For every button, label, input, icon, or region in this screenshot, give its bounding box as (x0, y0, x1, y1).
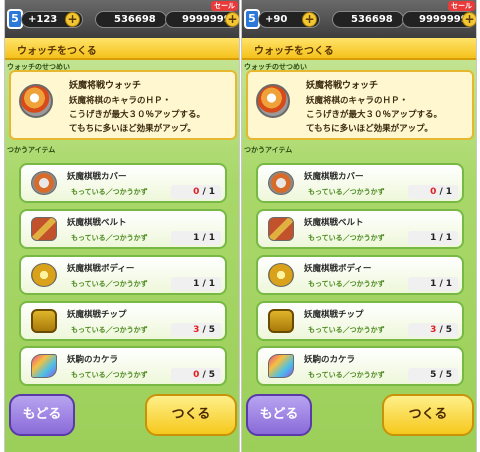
watch-icon (256, 84, 290, 118)
item-name: 妖魔棋戦ボディー (304, 264, 372, 274)
item-count-caption: もっている／つかうかず (71, 326, 148, 334)
item-count: 1/1 (171, 231, 221, 245)
need-count: 5 (208, 370, 215, 380)
item-count-caption: もっている／つかうかず (71, 280, 148, 288)
item-count: 0/1 (171, 185, 221, 199)
status-bar: 5 +90 + ¥ 536698 ◆ 9999999 セール + (242, 0, 476, 38)
list-item: 妖駒のカケラ もっている／つかうかず 0/5 (19, 346, 227, 386)
cover-icon (268, 171, 294, 195)
need-count: 5 (445, 325, 452, 335)
description-line: 妖魔将棋のキャラのＨＰ・ (306, 96, 409, 106)
item-count-caption: もっている／つかうかず (308, 188, 385, 196)
need-count: 1 (445, 187, 452, 197)
item-count: 0/5 (171, 368, 221, 382)
item-count-caption: もっている／つかうかず (308, 371, 385, 379)
money-counter: 536698 (95, 11, 167, 28)
chip-icon (31, 309, 57, 333)
status-bar: 5 +123 + ¥ 536698 ◆ 9999999 セール + (5, 0, 239, 38)
list-item: 妖魔棋戦ボディー もっている／つかうかず 1/1 (256, 255, 464, 295)
list-item: 妖魔棋戦カバー もっている／つかうかず 0/1 (256, 163, 464, 203)
need-count: 1 (445, 233, 452, 243)
item-count: 3/5 (408, 323, 458, 337)
watch-icon (19, 84, 53, 118)
money-counter: 536698 (332, 11, 404, 28)
item-name: 妖魔棋戦ボディー (67, 264, 135, 274)
watch-description: 妖魔将棋のキャラのＨＰ・ こうげきが最大３０％アップする。 てもちに多いほど効果… (69, 94, 235, 136)
sale-badge[interactable]: セール (211, 1, 238, 11)
need-count: 5 (445, 370, 452, 380)
item-name: 妖魔棋戦カバー (304, 172, 364, 182)
need-count: 1 (208, 279, 215, 289)
watch-description-card: 妖魔将戦ウォッチ 妖魔将棋のキャラのＨＰ・ こうげきが最大３０％アップする。 て… (9, 70, 237, 140)
watch-craft-screen-1: 5 +123 + ¥ 536698 ◆ 9999999 セール + ウォッチをつ… (4, 0, 240, 452)
items-section-label: つかうアイテム (244, 146, 293, 154)
need-count: 5 (208, 325, 215, 335)
list-item: 妖魔棋戦チップ もっている／つかうかず 3/5 (256, 301, 464, 341)
item-count-caption: もっている／つかうかず (308, 326, 385, 334)
back-button[interactable]: もどる (246, 394, 312, 436)
chip-icon (268, 309, 294, 333)
comparison-screens: 5 +123 + ¥ 536698 ◆ 9999999 セール + ウォッチをつ… (0, 0, 480, 452)
item-count-caption: もっている／つかうかず (71, 234, 148, 242)
item-count: 5/5 (408, 368, 458, 382)
sale-badge[interactable]: セール (448, 1, 475, 11)
description-line: こうげきが最大３０％アップする。 (69, 110, 206, 120)
page-title: ウォッチをつくる (17, 46, 97, 57)
body-icon (268, 263, 294, 287)
shard-icon (268, 354, 294, 378)
description-line: てもちに多いほど効果がアップ。 (306, 124, 433, 134)
list-item: 妖魔棋戦ベルト もっている／つかうかず 1/1 (256, 209, 464, 249)
item-count-caption: もっている／つかうかず (308, 280, 385, 288)
item-count: 1/1 (408, 277, 458, 291)
make-button[interactable]: つくる (145, 394, 237, 436)
item-name: 妖魔棋戦ベルト (67, 218, 127, 228)
watch-description-card: 妖魔将戦ウォッチ 妖魔将棋のキャラのＨＰ・ こうげきが最大３０％アップする。 て… (246, 70, 474, 140)
item-count-caption: もっている／つかうかず (71, 371, 148, 379)
description-line: てもちに多いほど効果がアップ。 (69, 124, 196, 134)
make-button[interactable]: つくる (382, 394, 474, 436)
add-coin-button[interactable]: + (462, 12, 476, 27)
page-title: ウォッチをつくる (254, 46, 334, 57)
title-banner: ウォッチをつくる (242, 38, 476, 60)
item-count-caption: もっている／つかうかず (71, 188, 148, 196)
items-section-label: つかうアイテム (7, 146, 56, 154)
add-stamina-button[interactable]: + (302, 12, 317, 27)
item-count: 0/1 (408, 185, 458, 199)
list-item: 妖魔棋戦カバー もっている／つかうかず 0/1 (19, 163, 227, 203)
item-name: 妖駒のカケラ (304, 355, 356, 365)
need-count: 1 (208, 187, 215, 197)
item-name: 妖魔棋戦ベルト (304, 218, 364, 228)
description-line: 妖魔将棋のキャラのＨＰ・ (69, 96, 172, 106)
list-item: 妖魔棋戦ボディー もっている／つかうかず 1/1 (19, 255, 227, 295)
watch-description: 妖魔将棋のキャラのＨＰ・ こうげきが最大３０％アップする。 てもちに多いほど効果… (306, 94, 472, 136)
item-name: 妖魔棋戦カバー (67, 172, 127, 182)
item-count: 1/1 (171, 277, 221, 291)
belt-icon (31, 217, 57, 241)
item-count: 1/1 (408, 231, 458, 245)
list-item: 妖魔棋戦ベルト もっている／つかうかず 1/1 (19, 209, 227, 249)
list-item: 妖駒のカケラ もっている／つかうかず 5/5 (256, 346, 464, 386)
belt-icon (268, 217, 294, 241)
need-count: 1 (208, 233, 215, 243)
need-count: 1 (445, 279, 452, 289)
watch-name: 妖魔将戦ウォッチ (69, 81, 142, 91)
watch-craft-screen-2: 5 +90 + ¥ 536698 ◆ 9999999 セール + ウォッチをつく… (241, 0, 477, 452)
shard-icon (31, 354, 57, 378)
item-name: 妖魔棋戦チップ (67, 310, 127, 320)
item-name: 妖魔棋戦チップ (304, 310, 364, 320)
back-button[interactable]: もどる (9, 394, 75, 436)
add-stamina-button[interactable]: + (65, 12, 80, 27)
item-name: 妖駒のカケラ (67, 355, 119, 365)
title-banner: ウォッチをつくる (5, 38, 239, 60)
description-line: こうげきが最大３０％アップする。 (306, 110, 443, 120)
item-count-caption: もっている／つかうかず (308, 234, 385, 242)
body-icon (31, 263, 57, 287)
item-count: 3/5 (171, 323, 221, 337)
add-coin-button[interactable]: + (225, 12, 239, 27)
cover-icon (31, 171, 57, 195)
list-item: 妖魔棋戦チップ もっている／つかうかず 3/5 (19, 301, 227, 341)
watch-name: 妖魔将戦ウォッチ (306, 81, 379, 91)
